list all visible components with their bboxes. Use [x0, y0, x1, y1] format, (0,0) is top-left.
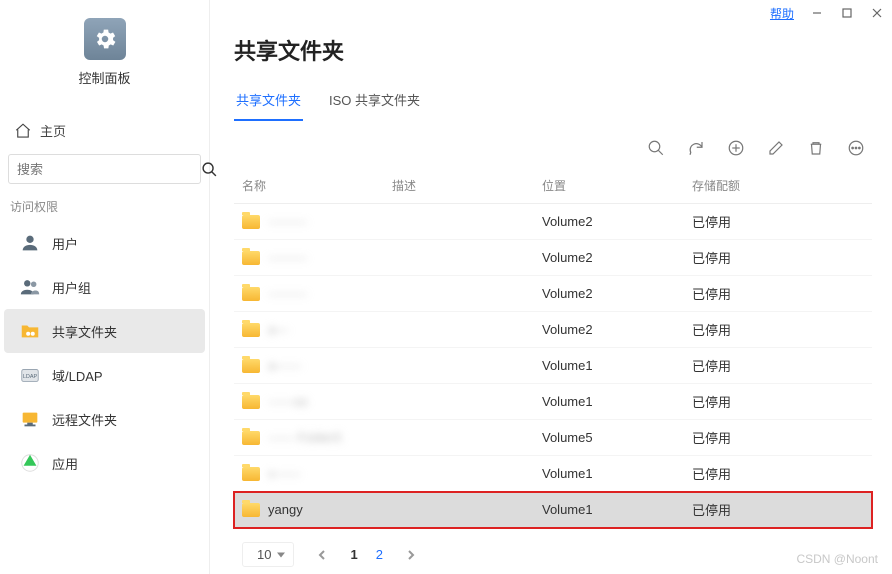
sidebar-item-label: 域/LDAP [52, 366, 103, 385]
apps-icon [18, 451, 42, 475]
sidebar-item-shared-folders[interactable]: 共享文件夹 [4, 309, 205, 353]
table-row[interactable]: v—— Volume1已停用 [234, 456, 872, 492]
sidebar-item-ldap[interactable]: LDAP 域/LDAP [4, 353, 205, 397]
sidebar-item-label: 远程文件夹 [52, 410, 117, 429]
refresh-button[interactable] [686, 138, 706, 158]
row-quota: 已停用 [692, 248, 864, 267]
col-quota[interactable]: 存储配额 [692, 177, 864, 194]
table-row[interactable]: ——os Volume1已停用 [234, 384, 872, 420]
folder-icon [242, 251, 260, 265]
row-location: Volume1 [542, 502, 692, 517]
sidebar-item-label: 用户组 [52, 278, 91, 297]
sidebar-item-remote-folders[interactable]: 远程文件夹 [4, 397, 205, 441]
row-name: —— Folder5 [268, 430, 342, 445]
remote-folder-icon [18, 407, 42, 431]
toolbar [234, 138, 872, 158]
row-name: ——— [268, 286, 307, 301]
folder-icon [242, 395, 260, 409]
row-quota: 已停用 [692, 392, 864, 411]
section-label: 访问权限 [0, 184, 209, 221]
home-link[interactable]: 主页 [0, 113, 209, 148]
user-icon [18, 231, 42, 255]
row-name: a—— [268, 358, 301, 373]
folder-icon [242, 323, 260, 337]
add-button[interactable] [726, 138, 746, 158]
shared-folder-icon [18, 319, 42, 343]
edit-button[interactable] [766, 138, 786, 158]
page-1[interactable]: 1 [350, 547, 357, 562]
row-location: Volume5 [542, 430, 692, 445]
row-quota: 已停用 [692, 500, 864, 519]
row-quota: 已停用 [692, 212, 864, 231]
folder-table: 名称 描述 位置 存储配额 ———Volume2已停用———Volume2已停用… [234, 168, 872, 528]
sidebar: 控制面板 主页 访问权限 用户 用户组 共享文件夹 LDAP 域/LDAP 远程… [0, 0, 210, 574]
table-row[interactable]: a— Volume2已停用 [234, 312, 872, 348]
delete-button[interactable] [806, 138, 826, 158]
row-name: yangy [268, 502, 303, 517]
folder-icon [242, 215, 260, 229]
tab-shared-folders[interactable]: 共享文件夹 [234, 84, 303, 121]
col-desc[interactable]: 描述 [392, 177, 542, 194]
row-name: ——os [268, 394, 308, 409]
page-title: 共享文件夹 [234, 34, 872, 66]
folder-icon [242, 467, 260, 481]
pager: 10 1 2 [234, 542, 872, 567]
page-2[interactable]: 2 [376, 547, 383, 562]
prev-page-button[interactable] [312, 545, 332, 565]
table-header: 名称 描述 位置 存储配额 [234, 168, 872, 204]
sidebar-title: 控制面板 [0, 68, 209, 87]
row-location: Volume1 [542, 358, 692, 373]
sidebar-item-label: 用户 [52, 234, 78, 253]
tab-iso-shared-folders[interactable]: ISO 共享文件夹 [327, 84, 422, 121]
folder-icon [242, 503, 260, 517]
row-quota: 已停用 [692, 464, 864, 483]
folder-icon [242, 359, 260, 373]
sidebar-item-groups[interactable]: 用户组 [4, 265, 205, 309]
table-row[interactable]: a—— Volume1已停用 [234, 348, 872, 384]
ldap-icon: LDAP [18, 363, 42, 387]
search-input[interactable] [9, 162, 201, 177]
col-name[interactable]: 名称 [242, 177, 392, 194]
row-name: v—— [268, 466, 301, 481]
folder-icon [242, 431, 260, 445]
row-quota: 已停用 [692, 356, 864, 375]
svg-text:LDAP: LDAP [23, 374, 38, 380]
sidebar-item-label: 共享文件夹 [52, 322, 117, 341]
sidebar-item-label: 应用 [52, 454, 78, 473]
next-page-button[interactable] [401, 545, 421, 565]
control-panel-icon [84, 18, 126, 60]
row-location: Volume2 [542, 322, 692, 337]
row-name: a— [268, 322, 288, 337]
table-row[interactable]: ——— Volume2已停用 [234, 276, 872, 312]
more-button[interactable] [846, 138, 866, 158]
table-row[interactable]: —— Folder5 Volume5已停用 [234, 420, 872, 456]
tabs: 共享文件夹 ISO 共享文件夹 [234, 84, 872, 122]
sidebar-item-users[interactable]: 用户 [4, 221, 205, 265]
table-row[interactable]: ——— Volume2已停用 [234, 204, 872, 240]
row-location: Volume2 [542, 286, 692, 301]
search-box[interactable] [8, 154, 201, 184]
search-button[interactable] [646, 138, 666, 158]
home-label: 主页 [40, 121, 66, 140]
row-location: Volume1 [542, 394, 692, 409]
row-location: Volume1 [542, 466, 692, 481]
table-row[interactable]: yangy Volume1已停用 [234, 492, 872, 528]
nav-list: 用户 用户组 共享文件夹 LDAP 域/LDAP 远程文件夹 应用 [0, 221, 209, 485]
table-row[interactable]: ——— Volume2已停用 [234, 240, 872, 276]
row-location: Volume2 [542, 250, 692, 265]
row-location: Volume2 [542, 214, 692, 229]
main-panel: 共享文件夹 共享文件夹 ISO 共享文件夹 名称 描述 位置 存储配额 ——— V… [216, 0, 892, 574]
watermark: CSDN @Noont [796, 552, 878, 566]
sidebar-item-apps[interactable]: 应用 [4, 441, 205, 485]
row-quota: 已停用 [692, 428, 864, 447]
col-loc[interactable]: 位置 [542, 177, 692, 194]
page-size-select[interactable]: 10 [242, 542, 294, 567]
group-icon [18, 275, 42, 299]
folder-icon [242, 287, 260, 301]
row-quota: 已停用 [692, 284, 864, 303]
row-quota: 已停用 [692, 320, 864, 339]
row-name: ——— [268, 250, 307, 265]
row-name: ——— [268, 214, 307, 229]
